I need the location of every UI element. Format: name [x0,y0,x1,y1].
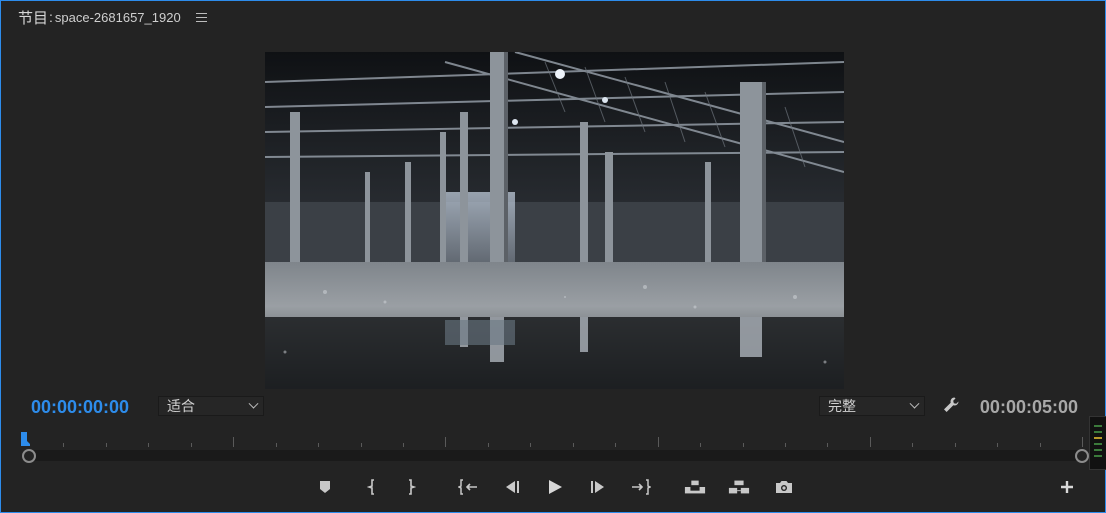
hamburger-menu-icon[interactable] [195,12,207,22]
panel-title[interactable]: 节目 : space-2681657_1920 [18,7,181,28]
video-preview[interactable] [265,52,844,389]
time-ruler[interactable] [21,431,1087,449]
playhead-icon[interactable] [20,432,30,446]
zoom-level-value: 适合 [167,398,195,414]
panel-label: 节目 [18,9,49,27]
go-to-out-button[interactable] [630,476,652,498]
duration-timecode: 00:00:05:00 [979,397,1078,417]
plus-icon[interactable] [1059,479,1075,495]
current-timecode[interactable]: 00:00:00:00 [31,397,129,418]
extract-button[interactable] [728,476,750,498]
playback-resolution-value: 完整 [828,398,856,414]
camera-icon [776,481,792,493]
step-forward-icon [591,481,604,493]
step-back-icon [506,481,519,493]
audio-meter [1089,416,1106,470]
mark-in-icon [367,479,374,495]
play-icon [549,480,562,494]
program-monitor-panel: 节目 : space-2681657_1920 00:00:00:00 适合 完… [0,0,1106,513]
scrollbar-start-handle[interactable] [22,449,36,463]
lift-button[interactable] [684,476,706,498]
zoom-level-select[interactable]: 适合 [158,396,264,416]
marker-icon [320,481,330,493]
zoom-scrollbar[interactable] [29,450,1081,461]
scrollbar-end-handle[interactable] [1075,449,1089,463]
step-back-button[interactable] [500,476,522,498]
go-to-in-button[interactable] [457,476,479,498]
wrench-icon[interactable] [942,396,960,414]
mark-in-button[interactable] [361,476,383,498]
panel-title-separator: : [49,9,53,25]
sequence-name: space-2681657_1920 [54,9,181,25]
panel-header: 节目 : space-2681657_1920 [1,1,1105,33]
play-button[interactable] [544,476,566,498]
go-to-in-icon [458,479,477,495]
mark-out-icon [409,479,416,495]
warehouse-frame-image [265,52,844,389]
chevron-down-icon [909,398,920,409]
chevron-down-icon [248,398,259,409]
mark-out-button[interactable] [400,476,422,498]
step-forward-button[interactable] [588,476,610,498]
export-frame-button[interactable] [773,476,795,498]
add-marker-button[interactable] [314,476,336,498]
playback-resolution-select[interactable]: 完整 [819,396,925,416]
go-to-out-icon [632,479,651,495]
lift-icon [684,480,706,494]
extract-icon [728,480,750,494]
